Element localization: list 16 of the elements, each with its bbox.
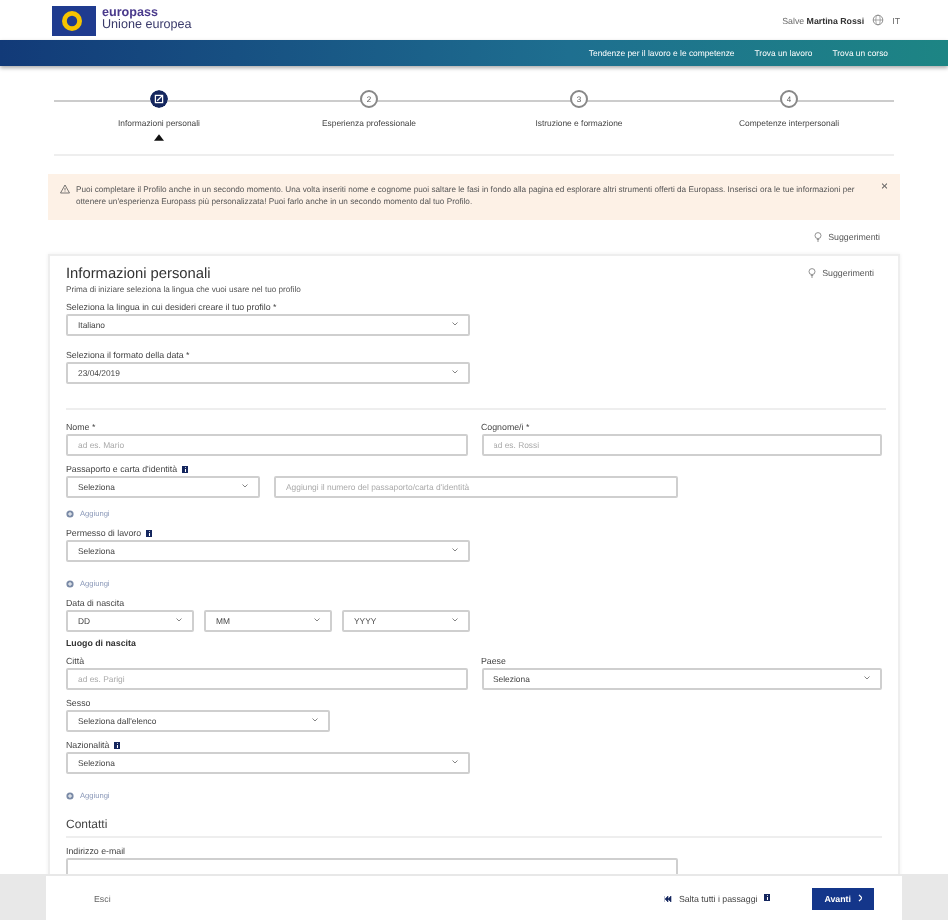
chevron-icon (857, 894, 862, 902)
lightbulb-icon[interactable] (808, 267, 817, 278)
edit-icon[interactable] (150, 90, 168, 108)
info-icon[interactable] (763, 894, 771, 902)
skip-icon[interactable] (664, 895, 673, 901)
globe-icon[interactable] (872, 14, 885, 26)
plus-circle-icon[interactable] (66, 579, 74, 588)
plus-circle-icon[interactable] (66, 791, 74, 800)
plus-circle-icon[interactable] (66, 509, 74, 518)
info-icon[interactable] (113, 742, 121, 750)
warning-icon (60, 184, 70, 194)
lightbulb-icon[interactable] (814, 232, 823, 243)
info-icon[interactable] (181, 466, 189, 474)
pointer-icon (154, 134, 164, 141)
info-icon[interactable] (145, 530, 153, 538)
flag-logo-icon (52, 5, 96, 35)
